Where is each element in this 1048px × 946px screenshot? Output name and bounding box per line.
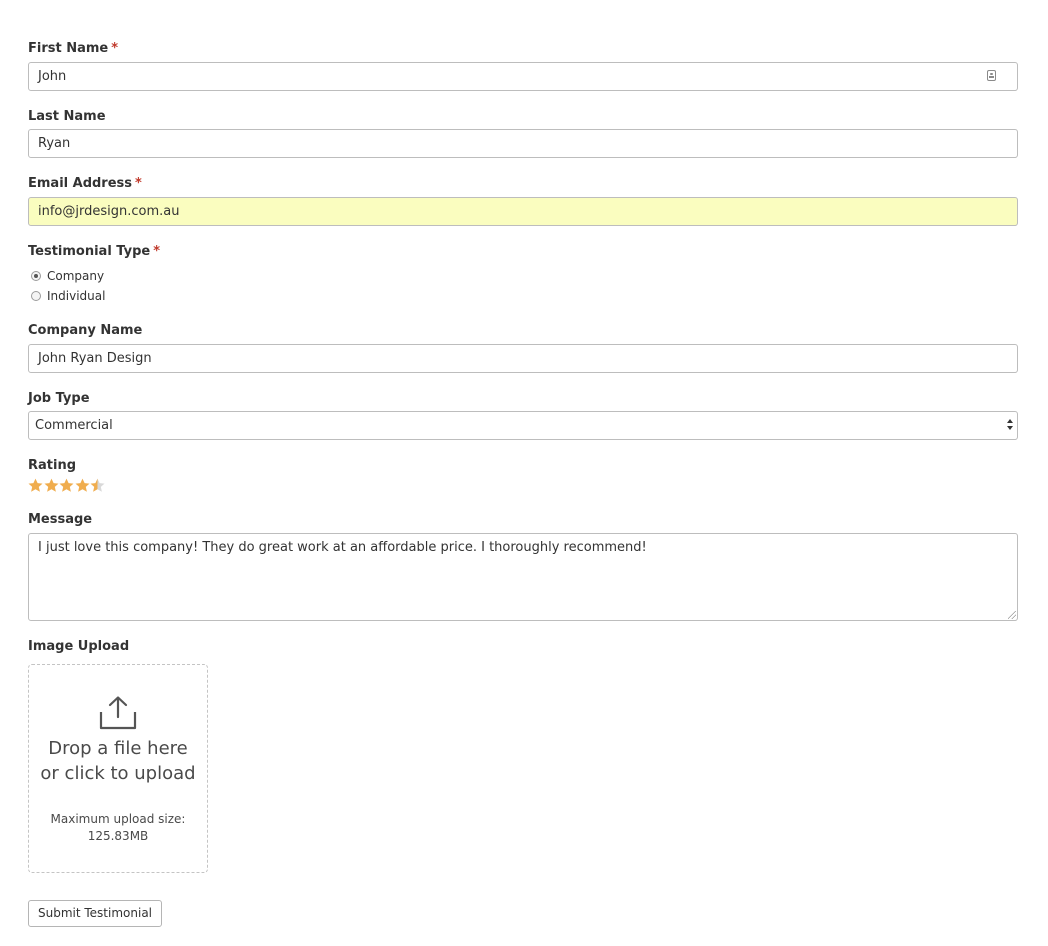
message-value: I just love this company! They do great … [38, 540, 647, 555]
company-name-value: John Ryan Design [38, 351, 152, 366]
image-upload-label: Image Upload [28, 639, 130, 654]
star-icon[interactable] [90, 478, 105, 493]
message-label: Message [28, 512, 93, 527]
email-label-text: Email Address [28, 176, 133, 191]
radio-label-company: Company [47, 269, 105, 283]
required-marker: * [135, 176, 142, 191]
star-icon[interactable] [59, 478, 74, 493]
resize-handle-icon[interactable] [1008, 611, 1016, 619]
first-name-label: First Name * [28, 41, 118, 57]
email-value: info@jrdesign.com.au [38, 204, 180, 219]
radio-button[interactable] [31, 291, 41, 301]
upload-icon [99, 696, 137, 730]
job-type-selected: Commercial [35, 418, 113, 433]
first-name-input[interactable]: John [28, 62, 1018, 91]
email-input[interactable]: info@jrdesign.com.au [28, 197, 1018, 226]
required-marker: * [111, 41, 119, 56]
file-dropzone[interactable]: Drop a file here or click to upload Maxi… [28, 664, 208, 873]
last-name-input[interactable]: Ryan [28, 129, 1018, 158]
dropzone-text: Drop a file here or click to upload [40, 738, 196, 784]
job-type-select[interactable]: Commercial [28, 411, 1018, 440]
last-name-label: Last Name [28, 109, 106, 124]
email-label: Email Address * [28, 176, 142, 192]
select-arrows-icon [1006, 419, 1013, 433]
job-type-label: Job Type [28, 391, 90, 406]
testimonial-type-label-text: Testimonial Type [28, 244, 151, 259]
submit-testimonial-button[interactable]: Submit Testimonial [28, 900, 163, 927]
max-upload-size-value: 125.83MB [87, 829, 149, 843]
radio-label-individual: Individual [47, 289, 106, 303]
last-name-value: Ryan [38, 136, 71, 151]
company-name-input[interactable]: John Ryan Design [28, 344, 1018, 373]
star-rating[interactable] [28, 478, 106, 494]
max-upload-size-label: Maximum upload size: [50, 812, 186, 826]
radio-option-company[interactable]: Company [28, 268, 104, 284]
contact-card-icon[interactable] [987, 70, 996, 81]
required-marker: * [153, 244, 161, 259]
radio-button-checked[interactable] [31, 271, 41, 281]
message-textarea[interactable]: I just love this company! They do great … [28, 533, 1018, 621]
first-name-value: John [38, 69, 67, 84]
first-name-label-text: First Name [28, 41, 109, 56]
star-icon[interactable] [44, 478, 59, 493]
star-icon[interactable] [28, 478, 43, 493]
star-icon[interactable] [75, 478, 90, 493]
testimonial-type-label: Testimonial Type * [28, 244, 160, 260]
radio-option-individual[interactable]: Individual [28, 288, 105, 304]
max-upload-size: Maximum upload size: 125.83MB [33, 811, 203, 845]
company-name-label: Company Name [28, 323, 143, 338]
rating-label: Rating [28, 458, 77, 473]
